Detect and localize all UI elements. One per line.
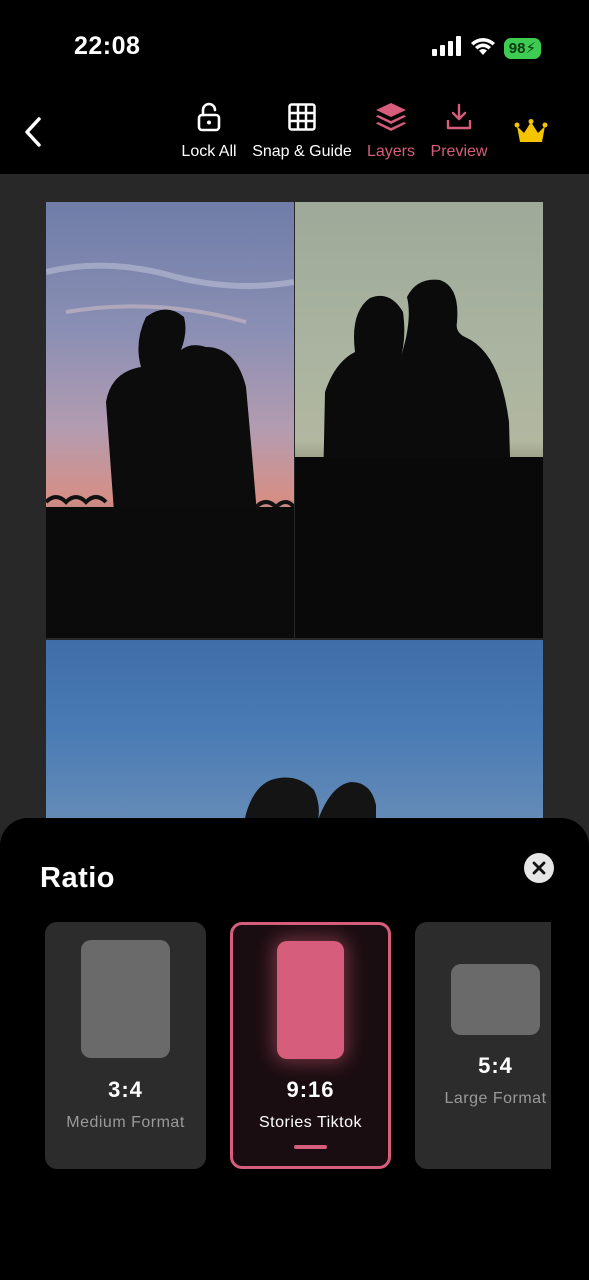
status-time: 22:08 bbox=[74, 32, 141, 60]
ratio-label: Stories Tiktok bbox=[258, 1114, 363, 1131]
collage[interactable] bbox=[46, 202, 543, 842]
battery-charging-icon: 98⚡ bbox=[503, 38, 541, 59]
download-icon bbox=[445, 100, 473, 134]
editor-toolbar: Lock All Snap & Guide Layers Preview bbox=[0, 90, 589, 174]
chevron-left-icon bbox=[25, 117, 41, 147]
snap-guide-label: Snap & Guide bbox=[252, 143, 352, 160]
ratio-value: 3:4 bbox=[108, 1077, 143, 1102]
sheet-title: Ratio bbox=[40, 862, 115, 894]
photo-couple-sunset[interactable] bbox=[46, 202, 294, 638]
ratio-option-5-4[interactable]: 5:4 Large Format bbox=[415, 922, 551, 1169]
layers-label: Layers bbox=[366, 143, 416, 160]
status-bar: 22:08 98⚡ bbox=[0, 0, 589, 90]
layers-button[interactable]: Layers bbox=[364, 100, 418, 161]
photo-couple-blue-sky[interactable] bbox=[46, 640, 543, 842]
ratio-preview-shape bbox=[451, 964, 540, 1035]
close-button[interactable] bbox=[524, 853, 554, 883]
ratio-option-9-16[interactable]: 9:16 Stories Tiktok bbox=[230, 922, 391, 1169]
layers-icon bbox=[374, 100, 408, 134]
photo-couple-dusk[interactable] bbox=[295, 202, 543, 638]
preview-label: Preview bbox=[430, 143, 488, 160]
ratio-value: 5:4 bbox=[478, 1053, 513, 1078]
snap-guide-button[interactable]: Snap & Guide bbox=[250, 100, 354, 161]
unlock-icon bbox=[196, 100, 222, 134]
cellular-signal-icon bbox=[431, 36, 462, 61]
grid-icon bbox=[288, 100, 316, 134]
ratio-preview-shape bbox=[81, 940, 170, 1058]
close-circle-icon bbox=[532, 861, 546, 875]
ratio-value: 9:16 bbox=[286, 1077, 335, 1102]
wifi-icon bbox=[470, 36, 496, 61]
lock-all-button[interactable]: Lock All bbox=[178, 100, 240, 161]
lock-all-label: Lock All bbox=[181, 143, 237, 160]
preview-button[interactable]: Preview bbox=[428, 100, 490, 161]
ratio-preview-shape bbox=[277, 941, 344, 1059]
ratio-option-3-4[interactable]: 3:4 Medium Format bbox=[45, 922, 206, 1169]
status-icons: 98⚡ bbox=[431, 36, 541, 61]
crown-icon[interactable] bbox=[514, 118, 548, 151]
ratio-label: Medium Format bbox=[66, 1114, 185, 1131]
battery-level: 98 bbox=[508, 40, 526, 57]
back-button[interactable] bbox=[18, 114, 48, 150]
selected-indicator bbox=[294, 1145, 327, 1149]
ratio-label: Large Format bbox=[444, 1090, 547, 1107]
editor-canvas bbox=[0, 174, 589, 874]
ratio-sheet: Ratio 3:4 Medium Format 9:16 Stories Tik… bbox=[0, 818, 589, 1280]
